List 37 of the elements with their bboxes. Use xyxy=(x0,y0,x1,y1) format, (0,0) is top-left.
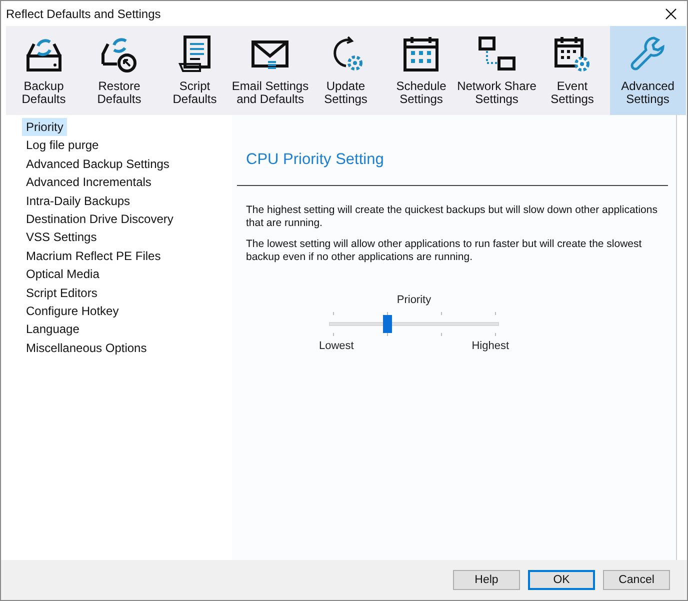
close-icon[interactable] xyxy=(665,8,677,20)
toolbar-button[interactable]: Event Settings xyxy=(534,26,610,115)
toolbar-button[interactable]: Update Settings xyxy=(308,26,384,115)
toolbar-button[interactable]: Script Defaults xyxy=(157,26,232,115)
description-text: The lowest setting will allow other applications to run faster but will create the slowest backup even if no other applications are running. xyxy=(246,238,643,264)
slider-max-label: Highest xyxy=(472,340,509,352)
priority-slider[interactable] xyxy=(329,312,499,336)
toolbar-button[interactable]: Restore Defaults xyxy=(82,26,157,115)
toolbar-button[interactable]: Backup Defaults xyxy=(6,26,82,115)
sidebar-item[interactable]: Miscellaneous Options xyxy=(22,338,151,358)
sidebar-item[interactable]: Advanced Incrementals xyxy=(22,173,156,192)
toolbar-button[interactable]: Network Share Settings xyxy=(459,26,534,115)
sidebar-item[interactable]: Log file purge xyxy=(22,136,103,155)
slider-min-label: Lowest xyxy=(319,340,354,352)
toolbar-button[interactable]: Advanced Settings xyxy=(610,26,686,115)
toolbar-button[interactable]: Email Settings and Defaults xyxy=(232,26,308,115)
dialog-button[interactable]: Help xyxy=(453,570,520,590)
slider-label: Priority xyxy=(396,294,432,306)
sidebar-item[interactable]: Configure Hotkey xyxy=(22,302,123,320)
toolbar-button[interactable]: Schedule Settings xyxy=(384,26,459,115)
sidebar-item[interactable]: Priority xyxy=(22,118,68,136)
dialog-button[interactable]: OK xyxy=(528,570,595,590)
dialog-button[interactable]: Cancel xyxy=(603,570,670,590)
calendar-icon xyxy=(401,34,442,74)
panel-title: CPU Priority Setting xyxy=(246,151,385,169)
sidebar-item[interactable]: Destination Drive Discovery xyxy=(22,210,178,228)
sidebar-item[interactable]: Macrium Reflect PE Files xyxy=(22,246,165,266)
calendar-gear-icon xyxy=(552,34,592,74)
description-text: The highest setting will create the quickest backups but will slow down other applications that are running. xyxy=(246,204,658,230)
sidebar-item[interactable]: VSS Settings xyxy=(22,228,101,247)
window-title: Reflect Defaults and Settings xyxy=(6,6,161,20)
sidebar-item[interactable]: Script Editors xyxy=(22,284,102,302)
slider-thumb[interactable] xyxy=(382,315,392,333)
sidebar-item[interactable]: Optical Media xyxy=(22,265,104,284)
sidebar-item[interactable]: Language xyxy=(22,320,84,339)
sidebar-item[interactable]: Intra-Daily Backups xyxy=(22,192,134,210)
sidebar-item[interactable]: Advanced Backup Settings xyxy=(22,154,174,174)
